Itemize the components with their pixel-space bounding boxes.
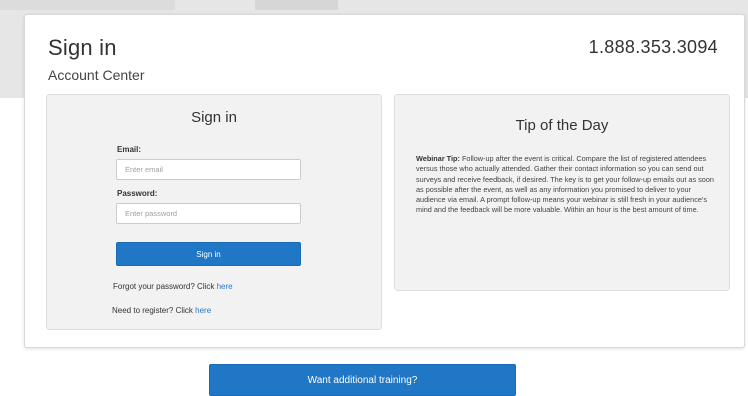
email-label: Email: xyxy=(117,145,142,154)
tip-title: Tip of the Day xyxy=(515,117,609,134)
training-button[interactable]: Want additional training? xyxy=(209,364,516,396)
tip-body: Webinar Tip: Follow-up after the event i… xyxy=(416,154,714,216)
forgot-password-line: Forgot your password? Click here xyxy=(113,282,233,291)
page: Sign in Account Center 1.888.353.3094 Si… xyxy=(0,0,748,396)
password-label: Password: xyxy=(117,189,158,198)
sign-in-panel-title: Sign in xyxy=(191,109,237,126)
forgot-password-text: Forgot your password? Click xyxy=(113,282,217,291)
sign-in-button[interactable]: Sign in xyxy=(116,242,301,266)
sign-in-panel: Sign in Email: Password: Sign in Forgot … xyxy=(46,94,382,330)
page-subtitle: Account Center xyxy=(48,67,145,83)
page-title: Sign in xyxy=(48,35,117,60)
top-strip xyxy=(255,0,338,10)
tip-lead: Webinar Tip: xyxy=(416,154,460,163)
phone-number: 1.888.353.3094 xyxy=(588,37,718,57)
email-field[interactable] xyxy=(116,159,301,180)
password-field[interactable] xyxy=(116,203,301,224)
forgot-password-link[interactable]: here xyxy=(217,282,233,291)
register-text: Need to register? Click xyxy=(112,306,196,315)
register-line: Need to register? Click here xyxy=(112,306,211,315)
top-strip xyxy=(0,0,175,10)
register-link[interactable]: here xyxy=(195,306,211,315)
sign-in-card: Sign in Account Center 1.888.353.3094 Si… xyxy=(24,14,745,348)
tip-text: Follow-up after the event is critical. C… xyxy=(416,154,714,215)
tip-panel: Tip of the Day Webinar Tip: Follow-up af… xyxy=(394,94,730,291)
